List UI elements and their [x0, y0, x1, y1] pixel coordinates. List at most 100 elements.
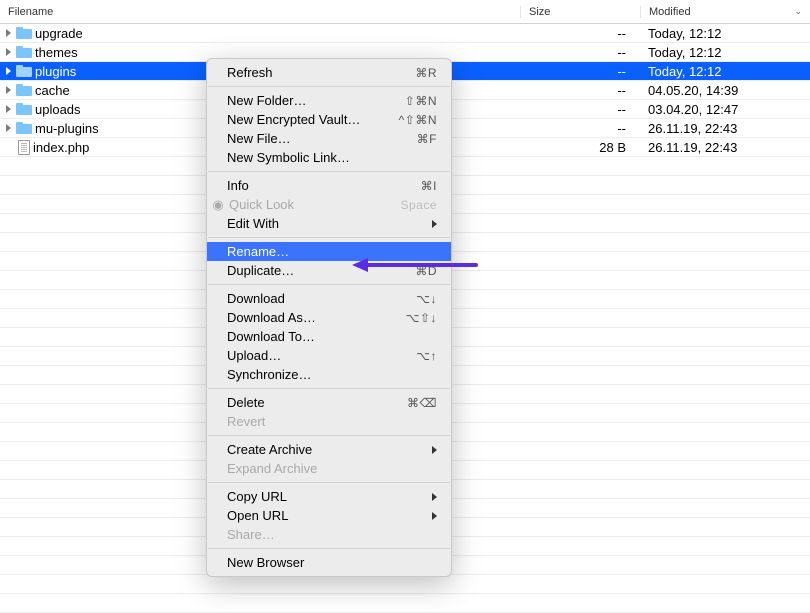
menu-item[interactable]: Copy URL: [207, 487, 451, 506]
menu-separator: [208, 86, 450, 87]
menu-item: Revert: [207, 412, 451, 431]
menu-separator: [208, 435, 450, 436]
menu-item-label: New Browser: [227, 555, 437, 570]
menu-item-label: Revert: [227, 414, 437, 429]
menu-separator: [208, 284, 450, 285]
filename-label: upgrade: [35, 26, 83, 41]
menu-item: ◉Quick LookSpace: [207, 195, 451, 214]
menu-item[interactable]: Download⌥↓: [207, 289, 451, 308]
menu-item-label: Share…: [227, 527, 437, 542]
disclosure-triangle-icon[interactable]: [6, 86, 11, 94]
menu-item-label: Edit With: [227, 216, 426, 231]
column-header-filename[interactable]: Filename: [0, 6, 520, 18]
folder-icon: [16, 84, 32, 96]
submenu-arrow-icon: [432, 446, 437, 454]
menu-item-label: Synchronize…: [227, 367, 437, 382]
cell-filename: upgrade: [0, 26, 520, 41]
folder-icon: [16, 122, 32, 134]
menu-item-label: Quick Look: [229, 197, 400, 212]
menu-item: Share…: [207, 525, 451, 544]
menu-item-shortcut: ⌘⌫: [407, 396, 437, 410]
menu-item-label: Open URL: [227, 508, 426, 523]
cell-modified: 04.05.20, 14:39: [640, 83, 810, 98]
cell-modified: 26.11.19, 22:43: [640, 121, 810, 136]
menu-item[interactable]: Download As…⌥⇧↓: [207, 308, 451, 327]
column-header-size[interactable]: Size: [520, 6, 640, 18]
menu-item-label: Download As…: [227, 310, 406, 325]
filename-label: themes: [35, 45, 78, 60]
column-header-modified-label: Modified: [649, 6, 691, 18]
filename-label: index.php: [33, 140, 89, 155]
menu-item[interactable]: New File…⌘F: [207, 129, 451, 148]
menu-separator: [208, 237, 450, 238]
empty-row: [0, 575, 810, 594]
menu-item[interactable]: Delete⌘⌫: [207, 393, 451, 412]
menu-item-label: New Encrypted Vault…: [227, 112, 399, 127]
menu-item[interactable]: Synchronize…: [207, 365, 451, 384]
cell-size: --: [520, 64, 640, 79]
cell-size: --: [520, 102, 640, 117]
menu-separator: [208, 388, 450, 389]
menu-item[interactable]: New Browser: [207, 553, 451, 572]
disclosure-triangle-icon[interactable]: [6, 48, 11, 56]
sort-indicator-icon: ⌄: [794, 6, 802, 17]
column-header-row: Filename Size Modified ⌄: [0, 0, 810, 24]
disclosure-triangle-icon[interactable]: [6, 105, 11, 113]
menu-item[interactable]: Info⌘I: [207, 176, 451, 195]
folder-icon: [16, 65, 32, 77]
filename-label: plugins: [35, 64, 76, 79]
file-row[interactable]: upgrade --Today, 12:12: [0, 24, 810, 43]
menu-item[interactable]: Create Archive: [207, 440, 451, 459]
cell-modified: Today, 12:12: [640, 26, 810, 41]
empty-row: [0, 594, 810, 613]
folder-icon: [16, 46, 32, 58]
menu-item-label: Copy URL: [227, 489, 426, 504]
cell-modified: 26.11.19, 22:43: [640, 140, 810, 155]
menu-item[interactable]: Upload…⌥↑: [207, 346, 451, 365]
menu-item-label: Refresh: [227, 65, 415, 80]
menu-item-label: New File…: [227, 131, 417, 146]
disclosure-triangle-icon[interactable]: [6, 29, 11, 37]
menu-separator: [208, 171, 450, 172]
annotation-arrow: [352, 258, 478, 272]
menu-item-label: Download: [227, 291, 416, 306]
menu-item-shortcut: ⌘I: [421, 179, 437, 193]
menu-item[interactable]: Download To…: [207, 327, 451, 346]
submenu-arrow-icon: [432, 220, 437, 228]
disclosure-triangle-icon[interactable]: [6, 124, 11, 132]
cell-modified: 03.04.20, 12:47: [640, 102, 810, 117]
menu-item[interactable]: Open URL: [207, 506, 451, 525]
menu-item-label: New Folder…: [227, 93, 405, 108]
menu-item-label: Upload…: [227, 348, 416, 363]
cell-modified: Today, 12:12: [640, 45, 810, 60]
cell-size: --: [520, 121, 640, 136]
menu-item[interactable]: New Encrypted Vault…^⇧⌘N: [207, 110, 451, 129]
menu-item-label: Info: [227, 178, 421, 193]
cell-size: --: [520, 83, 640, 98]
menu-item-shortcut: ⌘F: [417, 132, 437, 146]
menu-separator: [208, 482, 450, 483]
filename-label: mu-plugins: [35, 121, 99, 136]
menu-item[interactable]: Refresh⌘R: [207, 63, 451, 82]
menu-item-label: Create Archive: [227, 442, 426, 457]
column-header-modified[interactable]: Modified ⌄: [640, 6, 810, 18]
menu-item-label: Expand Archive: [227, 461, 437, 476]
cell-size: 28 B: [520, 140, 640, 155]
menu-item-label: New Symbolic Link…: [227, 150, 437, 165]
menu-item-label: Delete: [227, 395, 407, 410]
menu-item-shortcut: ⌘R: [415, 66, 437, 80]
context-menu: Refresh⌘RNew Folder…⇧⌘NNew Encrypted Vau…: [206, 58, 452, 577]
filename-label: cache: [35, 83, 70, 98]
menu-item-shortcut: ^⇧⌘N: [399, 113, 437, 127]
submenu-arrow-icon: [432, 512, 437, 520]
disclosure-triangle-icon[interactable]: [6, 67, 11, 75]
menu-item[interactable]: New Folder…⇧⌘N: [207, 91, 451, 110]
menu-item[interactable]: New Symbolic Link…: [207, 148, 451, 167]
menu-item[interactable]: Edit With: [207, 214, 451, 233]
menu-separator: [208, 548, 450, 549]
eye-icon: ◉: [211, 197, 225, 213]
cell-size: --: [520, 45, 640, 60]
menu-item-shortcut: ⌥↑: [416, 349, 437, 363]
cell-size: --: [520, 26, 640, 41]
menu-item: Expand Archive: [207, 459, 451, 478]
